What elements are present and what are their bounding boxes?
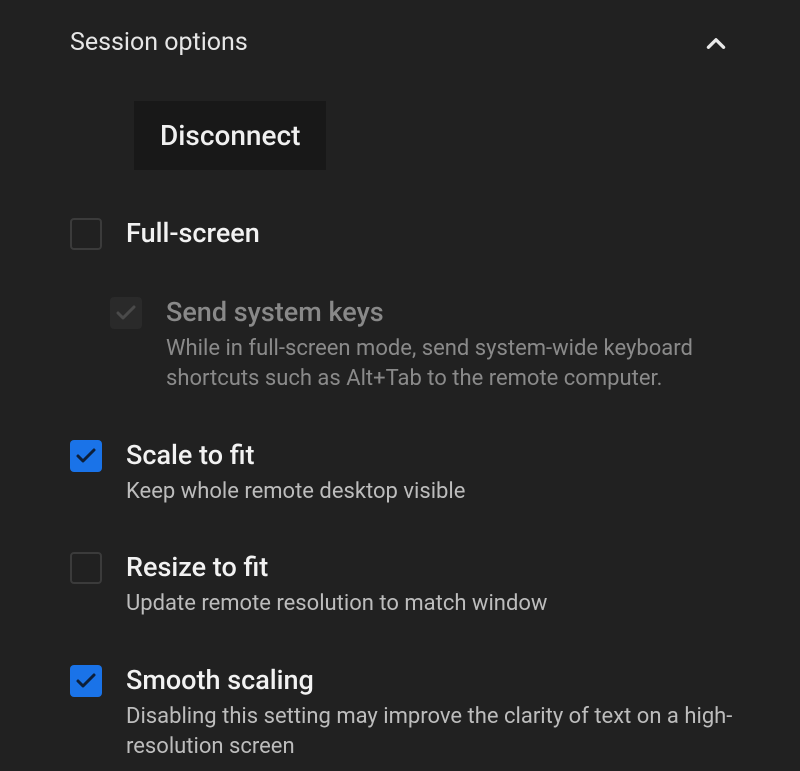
scale-to-fit-checkbox[interactable] [70, 440, 102, 472]
panel-header[interactable]: Session options [46, 28, 754, 57]
option-resize-to-fit: Resize to fit Update remote resolution t… [46, 550, 754, 619]
resize-to-fit-checkbox[interactable] [70, 552, 102, 584]
smooth-scaling-checkbox[interactable] [70, 665, 102, 697]
smooth-scaling-desc: Disabling this setting may improve the c… [126, 702, 734, 761]
fullscreen-checkbox[interactable] [70, 218, 102, 250]
option-text: Smooth scaling Disabling this setting ma… [126, 663, 754, 761]
option-text: Resize to fit Update remote resolution t… [126, 550, 754, 619]
option-text: Send system keys While in full-screen mo… [166, 295, 754, 393]
resize-to-fit-label: Resize to fit [126, 550, 734, 585]
option-send-system-keys: Send system keys While in full-screen mo… [46, 295, 754, 393]
scale-to-fit-label: Scale to fit [126, 438, 734, 473]
scale-to-fit-desc: Keep whole remote desktop visible [126, 477, 734, 507]
send-system-keys-label: Send system keys [166, 295, 734, 330]
chevron-up-icon[interactable] [702, 29, 730, 57]
panel-title: Session options [70, 28, 248, 57]
session-options-panel: Session options Disconnect Full-screen S… [0, 0, 800, 762]
smooth-scaling-label: Smooth scaling [126, 663, 734, 698]
option-fullscreen: Full-screen [46, 216, 754, 251]
disconnect-button[interactable]: Disconnect [134, 101, 326, 170]
option-text: Scale to fit Keep whole remote desktop v… [126, 438, 754, 507]
resize-to-fit-desc: Update remote resolution to match window [126, 589, 734, 619]
option-smooth-scaling: Smooth scaling Disabling this setting ma… [46, 663, 754, 761]
send-system-keys-checkbox[interactable] [110, 297, 142, 329]
option-scale-to-fit: Scale to fit Keep whole remote desktop v… [46, 438, 754, 507]
fullscreen-label: Full-screen [126, 216, 734, 251]
send-system-keys-desc: While in full-screen mode, send system-w… [166, 334, 734, 393]
option-text: Full-screen [126, 216, 754, 251]
